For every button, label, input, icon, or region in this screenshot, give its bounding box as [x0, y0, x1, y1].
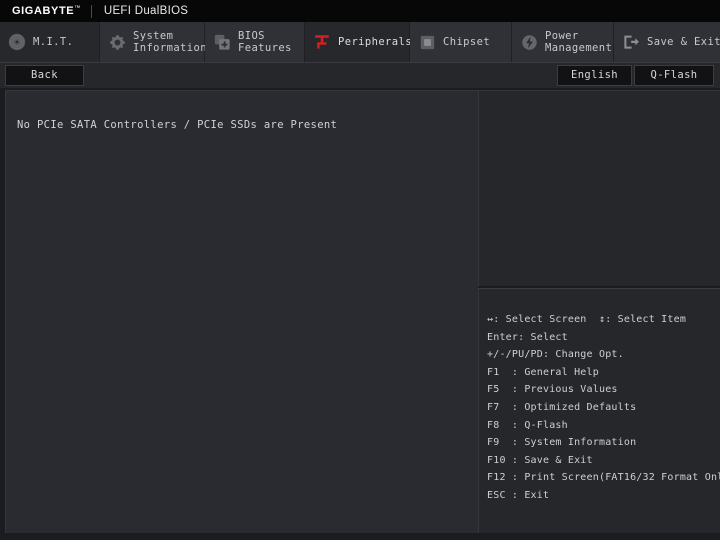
help-line: F12 : Print Screen(FAT16/32 Format Only)	[487, 472, 720, 484]
secondary-toolbar: Back English Q-Flash	[0, 62, 720, 88]
help-line: F1 : General Help	[487, 366, 599, 378]
tab-system-information-label: System Information	[133, 30, 207, 54]
help-line: F10 : Save & Exit	[487, 454, 593, 466]
gigabyte-logo-text: GIGABYTE	[12, 5, 75, 17]
no-devices-message: No PCIe SATA Controllers / PCIe SSDs are…	[17, 119, 338, 131]
tab-peripherals-label: Peripherals	[338, 36, 412, 48]
plug-red-icon	[311, 31, 333, 53]
help-line: +/-/PU/PD: Change Opt.	[487, 349, 624, 361]
help-panel: ↔: Select Screen ↕: Select Item Enter: S…	[478, 288, 720, 533]
tab-mit-label: M.I.T.	[33, 36, 74, 48]
back-button[interactable]: Back	[5, 65, 84, 86]
tab-chipset[interactable]: Chipset	[410, 22, 512, 62]
help-key-list: ↔: Select Screen ↕: Select Item Enter: S…	[487, 311, 720, 505]
language-button[interactable]: English	[557, 65, 632, 86]
exit-arrow-icon	[620, 31, 642, 53]
help-line: F8 : Q-Flash	[487, 419, 568, 431]
tab-bios-features[interactable]: BIOS Features	[205, 22, 305, 62]
help-line: F7 : Optimized Defaults	[487, 401, 637, 413]
tab-peripherals[interactable]: Peripherals	[305, 22, 412, 62]
brand-subtitle: UEFI DualBIOS	[103, 5, 189, 17]
tab-bios-features-label: BIOS Features	[238, 30, 292, 54]
gear-icon	[106, 31, 128, 53]
help-line: Enter: Select	[487, 331, 568, 343]
tab-power-management[interactable]: Power Management	[512, 22, 614, 62]
tab-mit[interactable]: M.I.T.	[0, 22, 100, 62]
disc-icon	[6, 31, 28, 53]
tab-save-exit[interactable]: Save & Exit	[614, 22, 720, 62]
tab-power-management-label: Power Management	[545, 30, 613, 54]
tab-save-exit-label: Save & Exit	[647, 36, 720, 48]
tab-chipset-label: Chipset	[443, 36, 491, 48]
chip-plus-icon	[211, 31, 233, 53]
brand-bar: GIGABYTE™ UEFI DualBIOS	[0, 0, 720, 22]
help-line: ↔: Select Screen ↕: Select Item	[487, 314, 687, 325]
bios-screen: GIGABYTE™ UEFI DualBIOS M.I.T. System In…	[0, 0, 720, 540]
help-line: F5 : Previous Values	[487, 384, 618, 396]
description-panel	[478, 90, 720, 286]
main-tab-bar: M.I.T. System Information BIOS Features …	[0, 22, 720, 62]
qflash-button[interactable]: Q-Flash	[634, 65, 714, 86]
trademark-symbol: ™	[74, 5, 81, 12]
chipset-icon	[416, 31, 438, 53]
content-panel: No PCIe SATA Controllers / PCIe SSDs are…	[5, 90, 478, 533]
help-line: F9 : System Information	[487, 437, 637, 449]
gigabyte-logo: GIGABYTE™	[0, 5, 91, 17]
tab-system-information[interactable]: System Information	[100, 22, 207, 62]
bottom-strip	[0, 533, 720, 540]
bolt-circle-icon	[518, 31, 540, 53]
help-line: ESC : Exit	[487, 489, 550, 501]
